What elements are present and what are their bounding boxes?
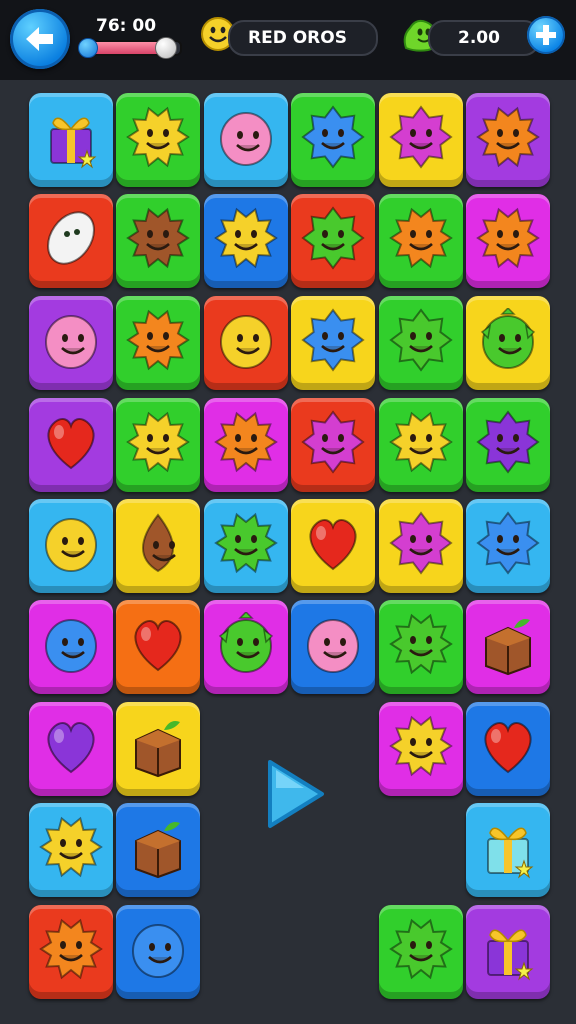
board-tile-sun[interactable] bbox=[204, 398, 288, 492]
spiky-icon bbox=[301, 105, 365, 169]
board-tile-sun[interactable] bbox=[466, 194, 550, 288]
board-tile-blob[interactable] bbox=[116, 905, 200, 999]
board-tile-gift[interactable] bbox=[466, 905, 550, 999]
board-tile-sun[interactable] bbox=[379, 702, 463, 796]
board-tile-spiky[interactable] bbox=[379, 93, 463, 187]
spiky-icon bbox=[301, 410, 365, 474]
play-icon[interactable] bbox=[264, 758, 326, 830]
board-tile-spiky[interactable] bbox=[291, 93, 375, 187]
spiky-icon bbox=[476, 410, 540, 474]
sun-icon bbox=[389, 715, 453, 777]
board-tile-cake[interactable] bbox=[116, 803, 200, 897]
board-tile-blob[interactable] bbox=[204, 93, 288, 187]
board-tile-spiky[interactable] bbox=[466, 499, 550, 593]
blob-icon bbox=[132, 924, 184, 978]
board-tile-gift[interactable] bbox=[29, 93, 113, 187]
board-tile-sun[interactable] bbox=[29, 905, 113, 999]
board-tile-sun[interactable] bbox=[29, 803, 113, 897]
spiky-icon bbox=[389, 308, 453, 372]
board-tile-heart[interactable] bbox=[29, 398, 113, 492]
gift-icon bbox=[487, 827, 534, 879]
board-tile-drop[interactable] bbox=[116, 499, 200, 593]
dragon-icon bbox=[218, 612, 274, 673]
sun-icon bbox=[126, 106, 190, 168]
board-tile-blob[interactable] bbox=[29, 499, 113, 593]
board-tile-sun[interactable] bbox=[116, 296, 200, 390]
sun-icon bbox=[126, 411, 190, 473]
cake-icon bbox=[485, 619, 531, 676]
spiky-icon bbox=[476, 511, 540, 575]
board-tile-heart[interactable] bbox=[116, 600, 200, 694]
sun-icon bbox=[389, 411, 453, 473]
board-tile-sun[interactable] bbox=[116, 194, 200, 288]
board-tile-spiky[interactable] bbox=[379, 296, 463, 390]
board-tile-egg[interactable] bbox=[29, 194, 113, 288]
sun-icon bbox=[389, 918, 453, 980]
blob-icon bbox=[220, 315, 272, 369]
board-tile-dragon[interactable] bbox=[204, 600, 288, 694]
board-tile-cake[interactable] bbox=[116, 702, 200, 796]
drop-icon bbox=[142, 513, 176, 573]
board-tile-sun[interactable] bbox=[204, 499, 288, 593]
blob-icon bbox=[307, 619, 359, 673]
spiky-icon bbox=[301, 308, 365, 372]
board-tile-gift[interactable] bbox=[466, 803, 550, 897]
egg-icon bbox=[47, 211, 95, 265]
board-tile-cake[interactable] bbox=[466, 600, 550, 694]
sun-icon bbox=[214, 207, 278, 269]
board-tile-sun[interactable] bbox=[204, 194, 288, 288]
board-tile-spiky[interactable] bbox=[291, 398, 375, 492]
board-tile-spiky[interactable] bbox=[291, 296, 375, 390]
sun-icon bbox=[389, 613, 453, 675]
board-tile-spiky[interactable] bbox=[291, 194, 375, 288]
heart-icon bbox=[134, 620, 182, 672]
board-tile-heart[interactable] bbox=[291, 499, 375, 593]
board-tile-dragon[interactable] bbox=[466, 296, 550, 390]
sun-icon bbox=[476, 207, 540, 269]
board-tile-blob[interactable] bbox=[291, 600, 375, 694]
heart-icon bbox=[47, 722, 95, 774]
board-tile-sun[interactable] bbox=[379, 194, 463, 288]
sun-icon bbox=[126, 309, 190, 371]
blob-icon bbox=[45, 518, 97, 572]
cake-icon bbox=[135, 721, 181, 778]
blob-icon bbox=[45, 619, 97, 673]
blob-icon bbox=[45, 315, 97, 369]
spiky-icon bbox=[301, 206, 365, 270]
sun-icon bbox=[389, 207, 453, 269]
board-tile-blob[interactable] bbox=[29, 296, 113, 390]
board-tile-sun[interactable] bbox=[466, 93, 550, 187]
board-tile-sun[interactable] bbox=[379, 398, 463, 492]
board-tile-blob[interactable] bbox=[29, 600, 113, 694]
gift-icon bbox=[487, 929, 534, 981]
sun-icon bbox=[214, 411, 278, 473]
spiky-icon bbox=[389, 511, 453, 575]
sun-icon bbox=[476, 106, 540, 168]
heart-icon bbox=[47, 418, 95, 470]
spiky-icon bbox=[389, 105, 453, 169]
board-tile-spiky[interactable] bbox=[379, 499, 463, 593]
blob-icon bbox=[220, 112, 272, 166]
board-tile-blob[interactable] bbox=[204, 296, 288, 390]
sun-icon bbox=[39, 918, 103, 980]
sun-icon bbox=[126, 207, 190, 269]
heart-icon bbox=[309, 519, 357, 571]
cake-icon bbox=[135, 822, 181, 879]
board-tile-sun[interactable] bbox=[379, 905, 463, 999]
board-tile-spiky[interactable] bbox=[466, 398, 550, 492]
heart-icon bbox=[484, 722, 532, 774]
board-tile-heart[interactable] bbox=[29, 702, 113, 796]
board-tile-sun[interactable] bbox=[379, 600, 463, 694]
sun-icon bbox=[214, 512, 278, 574]
sun-icon bbox=[39, 816, 103, 878]
dragon-icon bbox=[480, 308, 536, 369]
board-tile-sun[interactable] bbox=[116, 93, 200, 187]
gift-icon bbox=[50, 117, 97, 169]
board-tile-sun[interactable] bbox=[116, 398, 200, 492]
game-board bbox=[0, 0, 576, 1024]
board-tile-heart[interactable] bbox=[466, 702, 550, 796]
